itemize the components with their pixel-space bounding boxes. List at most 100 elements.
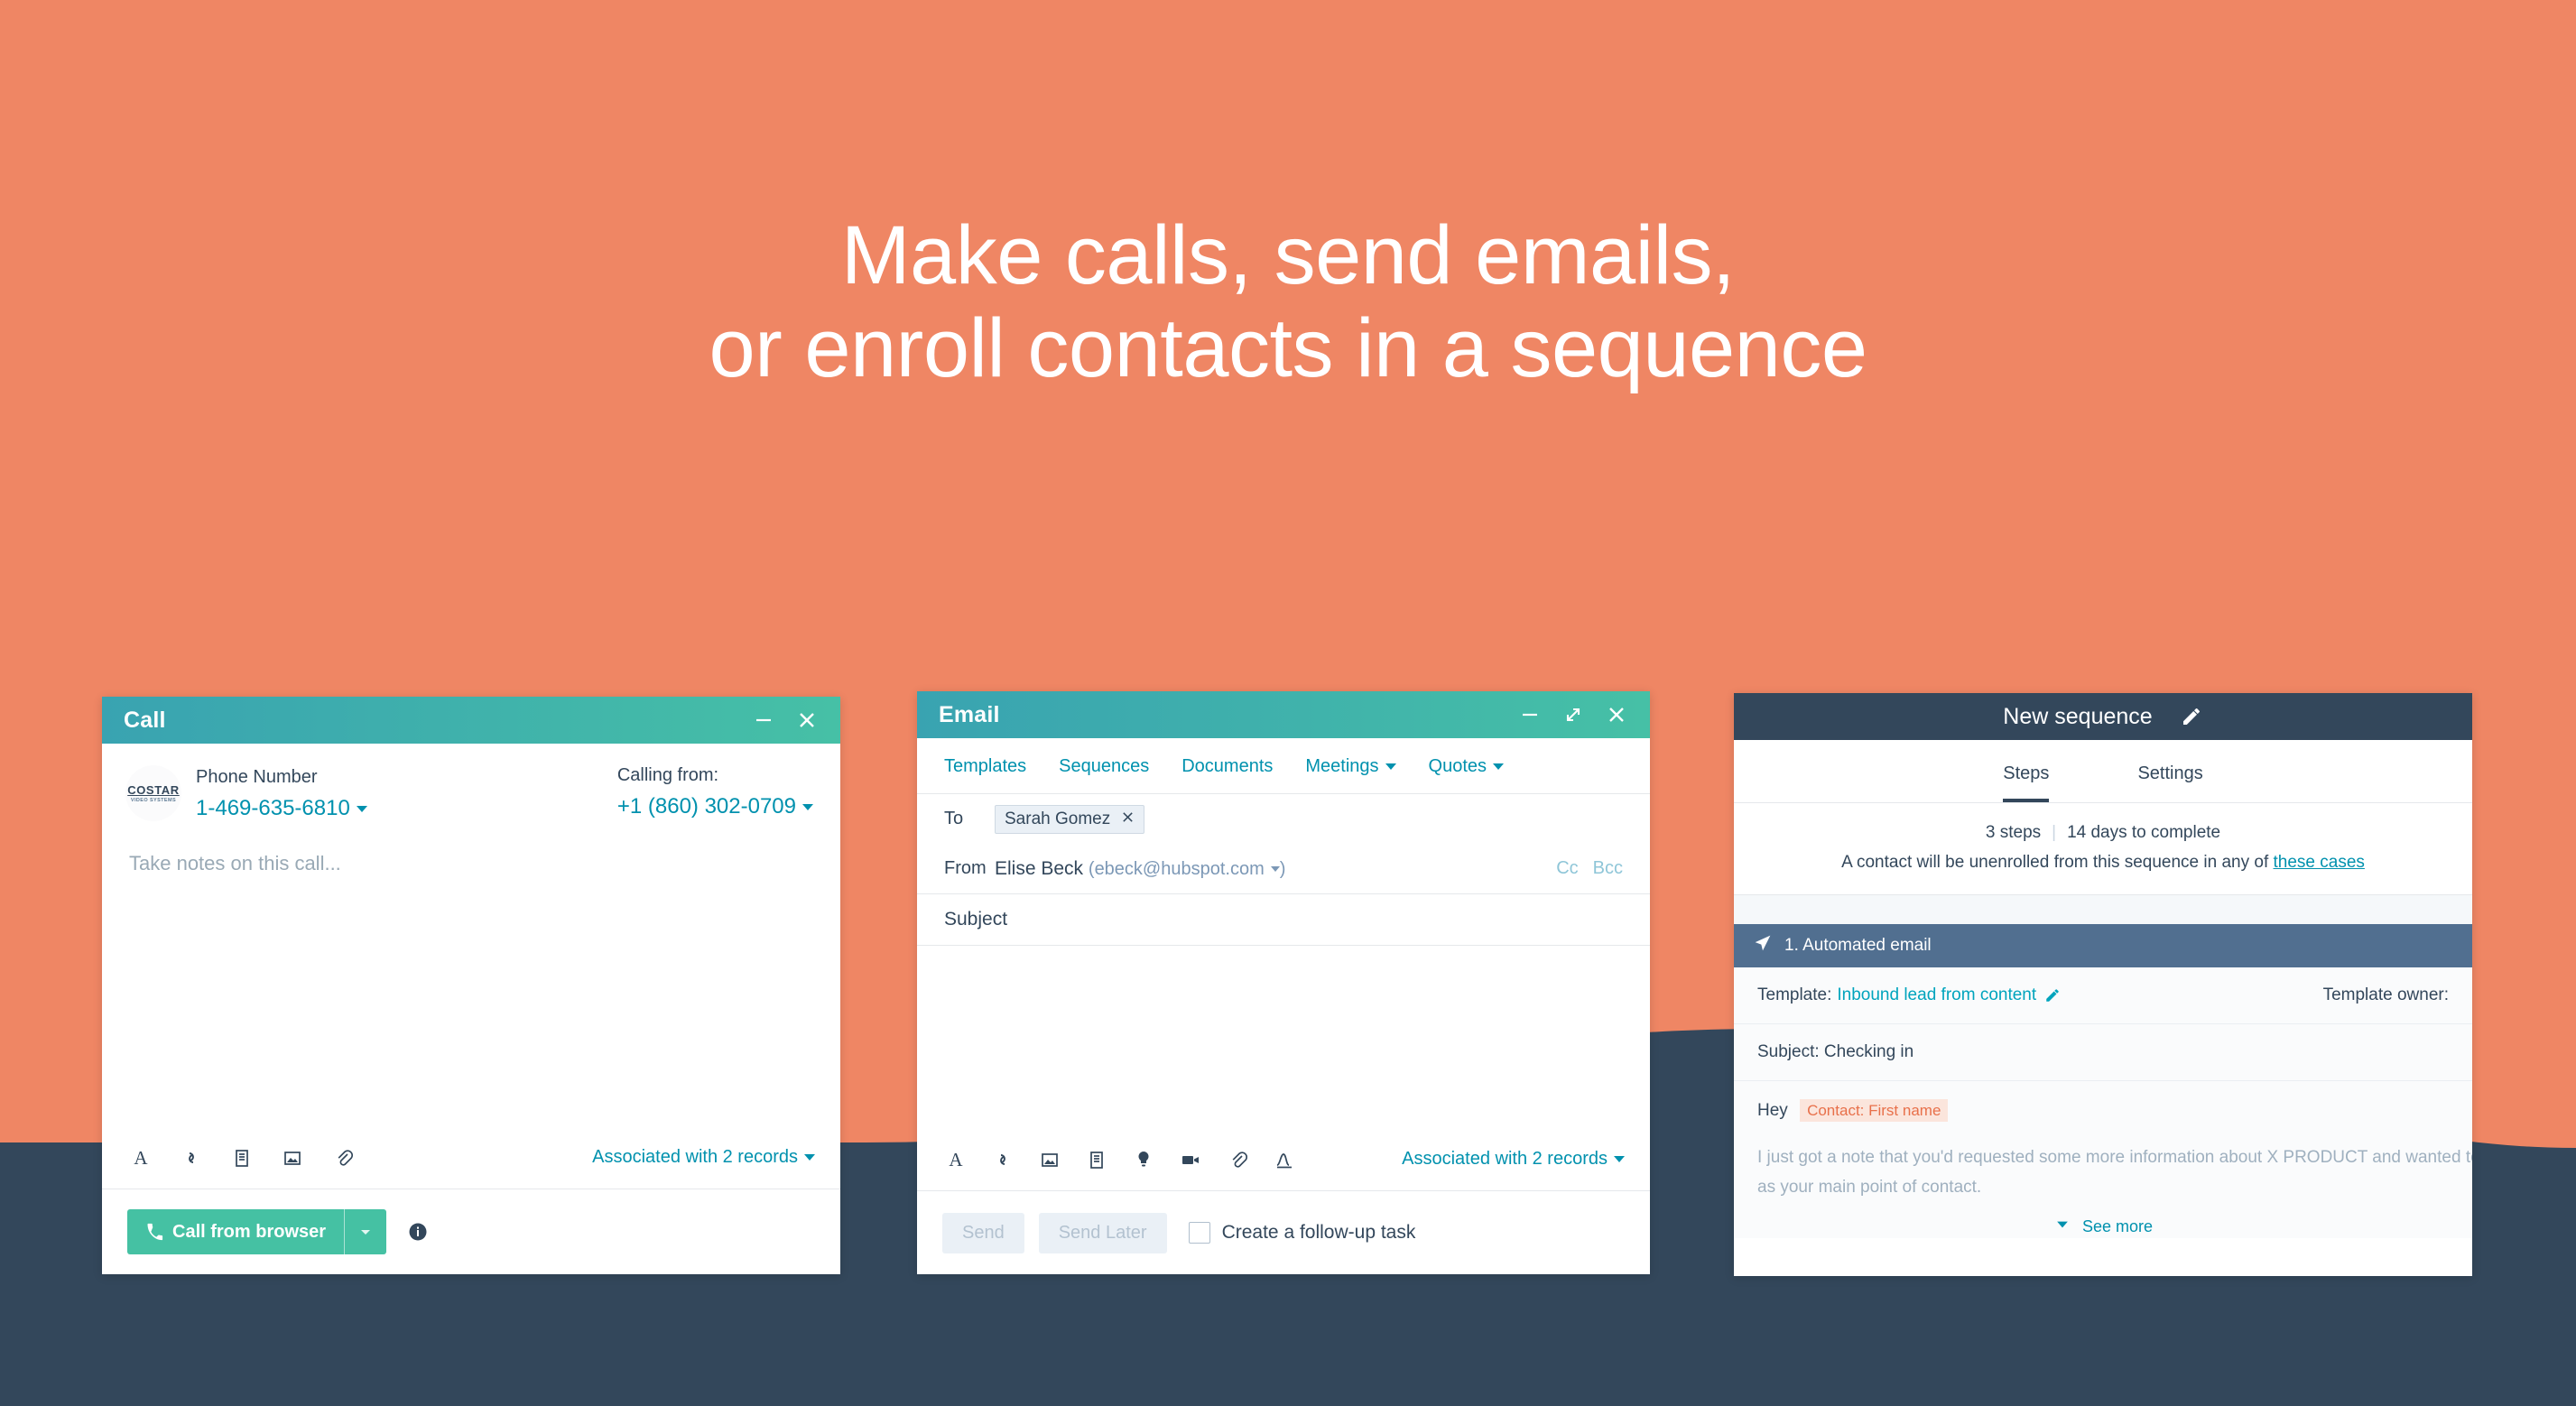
greeting-text: Hey	[1757, 1101, 1788, 1120]
attachment-icon[interactable]	[329, 1144, 357, 1171]
sequence-counts: 3 steps | 14 days to complete	[1734, 823, 2472, 843]
sequence-spacer	[1734, 895, 2472, 924]
tab-quotes[interactable]: Quotes	[1428, 756, 1505, 777]
steps-count: 3 steps	[1985, 823, 2042, 842]
tab-templates[interactable]: Templates	[944, 756, 1026, 777]
cc-button[interactable]: Cc	[1556, 858, 1578, 879]
close-icon[interactable]	[795, 708, 819, 732]
email-from-row: From Elise Beck (ebeck@hubspot.com) Cc B…	[917, 844, 1650, 893]
font-icon[interactable]: A	[942, 1146, 969, 1173]
chevron-down-icon	[804, 1154, 815, 1161]
unenroll-text: A contact will be unenrolled from this s…	[1841, 853, 2269, 872]
call-number-row: COSTAR VIDEO SYSTEMS Phone Number 1-469-…	[102, 744, 840, 828]
tab-settings[interactable]: Settings	[2137, 763, 2202, 802]
document-icon[interactable]	[228, 1144, 255, 1171]
chevron-down-icon	[361, 1230, 371, 1235]
email-window-title: Email	[939, 701, 1000, 727]
see-more-button[interactable]: See more	[1734, 1202, 2472, 1238]
svg-text:A: A	[134, 1147, 148, 1169]
chevron-down-icon	[1270, 866, 1280, 873]
follow-up-task-checkbox[interactable]	[1188, 1222, 1210, 1244]
sequence-step-header[interactable]: 1. Automated email	[1734, 924, 2472, 967]
phone-number-text: 1-469-635-6810	[196, 796, 350, 820]
close-icon[interactable]	[1605, 703, 1628, 726]
call-toolbar-icons: A	[127, 1144, 357, 1171]
image-icon[interactable]	[1036, 1146, 1063, 1173]
phone-number-label: Phone Number	[196, 767, 318, 787]
from-value[interactable]: Elise Beck (ebeck@hubspot.com)	[995, 858, 1285, 880]
chevron-down-icon	[1493, 763, 1505, 771]
call-action-bar: Call from browser	[102, 1189, 840, 1274]
tab-sequences[interactable]: Sequences	[1059, 756, 1149, 777]
headline-line-1: Make calls, send emails,	[840, 209, 1736, 301]
signature-icon[interactable]	[1271, 1146, 1298, 1173]
calling-from-value[interactable]: +1 (860) 302-0709	[617, 794, 813, 819]
call-options-dropdown[interactable]	[345, 1209, 386, 1254]
video-icon[interactable]	[1177, 1146, 1204, 1173]
follow-up-task-checkbox-wrap[interactable]: Create a follow-up task	[1188, 1222, 1415, 1244]
attachment-icon[interactable]	[1224, 1146, 1251, 1173]
call-associated-label: Associated with 2 records	[592, 1147, 798, 1167]
pencil-icon[interactable]	[2044, 987, 2061, 1004]
send-icon	[1754, 934, 1772, 957]
tab-steps[interactable]: Steps	[2003, 763, 2050, 802]
sequence-window: New sequence Steps Settings 3 steps | 14 d…	[1734, 693, 2472, 1276]
minimize-icon[interactable]	[752, 708, 775, 732]
unenroll-note: A contact will be unenrolled from this s…	[1734, 853, 2472, 873]
email-body-line-2: as your main point of contact.	[1757, 1178, 1982, 1198]
font-icon[interactable]: A	[127, 1144, 154, 1171]
call-window-controls	[752, 708, 819, 732]
template-name-link[interactable]: Inbound lead from content	[1837, 985, 2036, 1005]
calling-from-text: +1 (860) 302-0709	[616, 794, 796, 819]
call-from-browser-label: Call from browser	[172, 1221, 327, 1242]
email-window-titlebar: Email	[917, 691, 1650, 738]
pencil-icon[interactable]	[2180, 705, 2203, 728]
link-icon[interactable]	[989, 1146, 1016, 1173]
personalization-token[interactable]: Contact: First name	[1800, 1099, 1949, 1122]
page-headline: Make calls, send emails, or enroll conta…	[0, 209, 2576, 395]
email-toolbar-icons: A	[942, 1146, 1298, 1173]
sequence-titlebar: New sequence	[1734, 693, 2472, 740]
sequence-title: New sequence	[2003, 703, 2153, 729]
recipient-chip[interactable]: Sarah Gomez	[995, 804, 1145, 834]
calling-from-field: Calling from: +1 (860) 302-0709	[617, 765, 813, 821]
email-associated-records[interactable]: Associated with 2 records	[1402, 1149, 1625, 1170]
call-associated-records[interactable]: Associated with 2 records	[592, 1147, 815, 1168]
phone-number-field: COSTAR VIDEO SYSTEMS Phone Number 1-469-…	[125, 765, 514, 821]
call-notes-input[interactable]: Take notes on this call...	[102, 828, 840, 899]
remove-recipient-icon[interactable]	[1121, 810, 1135, 828]
tab-documents[interactable]: Documents	[1181, 756, 1273, 777]
knowledge-icon[interactable]	[1130, 1146, 1157, 1173]
costar-logo-line2: VIDEO SYSTEMS	[130, 797, 177, 803]
email-associated-label: Associated with 2 records	[1402, 1149, 1608, 1169]
call-from-browser-main[interactable]: Call from browser	[127, 1209, 344, 1254]
tab-meetings-label: Meetings	[1305, 756, 1379, 776]
send-later-button[interactable]: Send Later	[1038, 1212, 1167, 1253]
email-tabs: Templates Sequences Documents Meetings Q…	[917, 738, 1650, 794]
minimize-icon[interactable]	[1518, 703, 1542, 726]
link-icon[interactable]	[178, 1144, 205, 1171]
from-email: (ebeck@hubspot.com)	[1088, 858, 1286, 879]
headline-line-2: or enroll contacts in a sequence	[709, 302, 1867, 395]
sequence-subject-row: Subject: Checking in	[1734, 1024, 2472, 1081]
see-more-label: See more	[2081, 1216, 2154, 1235]
email-subject-row[interactable]: Subject	[917, 893, 1650, 946]
these-cases-link[interactable]: these cases	[2274, 853, 2365, 872]
chevron-down-icon	[1614, 1156, 1625, 1163]
document-icon[interactable]	[1083, 1146, 1110, 1173]
send-button[interactable]: Send	[942, 1212, 1024, 1253]
email-toolbar: A Associated with 2 records	[917, 1128, 1650, 1191]
bcc-button[interactable]: Bcc	[1593, 858, 1623, 879]
image-icon[interactable]	[279, 1144, 306, 1171]
call-toolbar: A Associated with 2 records	[102, 1126, 840, 1189]
from-email-text: ebeck@hubspot.com	[1094, 858, 1265, 879]
phone-number-value[interactable]: 1-469-635-6810	[196, 796, 367, 821]
chevron-down-icon	[2053, 1216, 2071, 1238]
email-greeting-line: Hey Contact: First name	[1757, 1099, 2449, 1122]
tab-meetings[interactable]: Meetings	[1305, 756, 1396, 777]
call-window-titlebar: Call	[102, 697, 840, 744]
tab-quotes-label: Quotes	[1428, 756, 1487, 776]
call-from-browser-button[interactable]: Call from browser	[127, 1209, 387, 1254]
expand-icon[interactable]	[1561, 703, 1585, 726]
info-icon[interactable]	[406, 1220, 430, 1244]
